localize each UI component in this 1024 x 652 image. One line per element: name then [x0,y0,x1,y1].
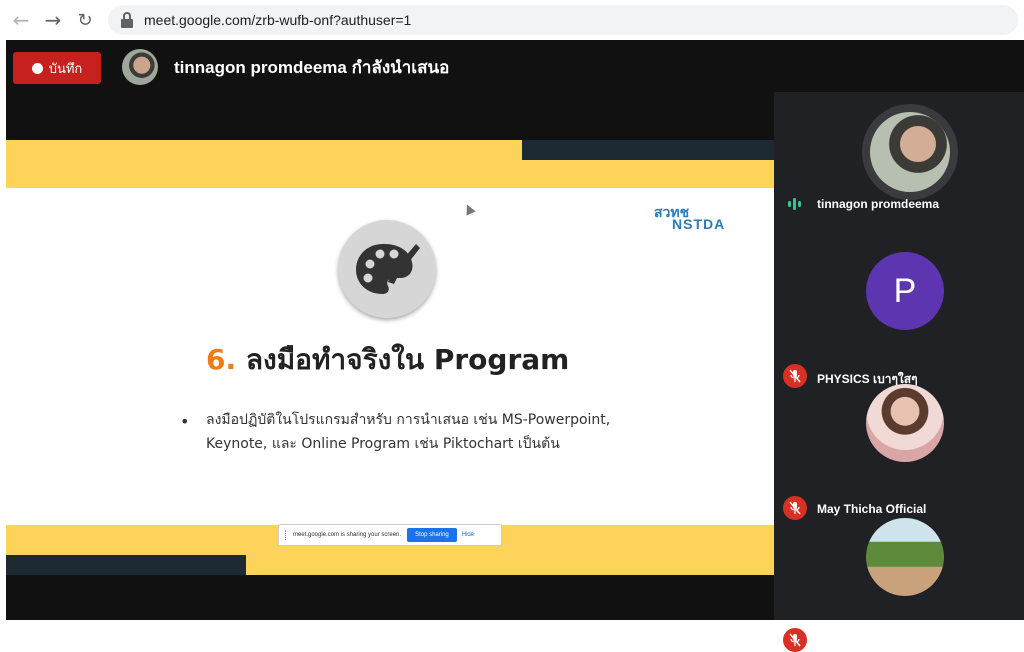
hide-button[interactable]: Hide [462,532,474,538]
forward-arrow-icon[interactable]: → [40,7,66,33]
speaking-indicator-icon [788,198,801,210]
address-bar[interactable]: meet.google.com/zrb-wufb-onf?authuser=1 [108,5,1018,35]
mic-off-icon [783,628,807,652]
participant-tile[interactable]: ploywan khoomphai [774,506,1024,652]
presentation-topbar: บันทึก tinnagon promdeema กำลังนำเสนอ [6,40,774,92]
participant-tile[interactable]: P PHYSICS เบาๆใสๆ [774,242,1024,388]
mouse-cursor-icon [462,202,476,216]
browser-toolbar: ← → ↻ meet.google.com/zrb-wufb-onf?authu… [0,0,1024,40]
slide-band [6,555,246,575]
shared-slide: สวทช NSTDA 6. ลงมือทำจริงใน Program • ลง… [6,140,774,575]
url-text: meet.google.com/zrb-wufb-onf?authuser=1 [144,12,412,28]
reload-icon[interactable]: ↻ [72,7,98,33]
presenter-avatar [122,49,158,85]
record-button[interactable]: บันทึก [13,52,101,84]
avatar [866,518,944,596]
bullet-icon: • [180,412,190,431]
participant-name: tinnagon promdeema [817,197,940,211]
record-label: บันทึก [48,60,83,76]
avatar-photo [870,112,950,192]
drag-handle-icon[interactable] [285,530,287,540]
back-arrow-icon[interactable]: ← [8,7,34,33]
lock-icon [120,12,134,28]
slide-title: 6. ลงมือทำจริงใน Program [206,338,569,382]
avatar [862,104,958,200]
slide-band [522,140,774,160]
meet-window: บันทึก tinnagon promdeema กำลังนำเสนอ สว… [6,40,1024,652]
presenter-status: tinnagon promdeema กำลังนำเสนอ [174,58,450,77]
participant-tile[interactable]: May Thicha Official [774,374,1024,520]
record-dot-icon [31,62,43,74]
avatar [866,384,944,462]
stop-sharing-button[interactable]: Stop sharing [407,528,457,542]
screen-share-notice: meet.google.com is sharing your screen. … [278,524,502,546]
avatar: P [866,252,944,330]
logo-eng-text: NSTDA [672,216,726,232]
participant-name: ploywan khoomphai [817,634,933,648]
slide-band [246,555,774,575]
slide-band [522,160,774,188]
participant-tile[interactable]: tinnagon promdeema [774,92,1024,222]
slide-title-text: ลงมือทำจริงใน Program [245,343,570,376]
slide-bullet: ลงมือปฏิบัติในโปรแกรมสำหรับ การนำเสนอ เช… [206,412,611,452]
slide-title-number: 6. [206,343,237,376]
nstda-logo: สวทช NSTDA [654,202,750,232]
palette-icon [338,220,436,318]
share-notice-text: meet.google.com is sharing your screen. [293,532,402,538]
slide-band [6,140,522,188]
participants-panel: tinnagon promdeema P PHYSICS เบาๆใสๆ May… [774,92,1024,652]
